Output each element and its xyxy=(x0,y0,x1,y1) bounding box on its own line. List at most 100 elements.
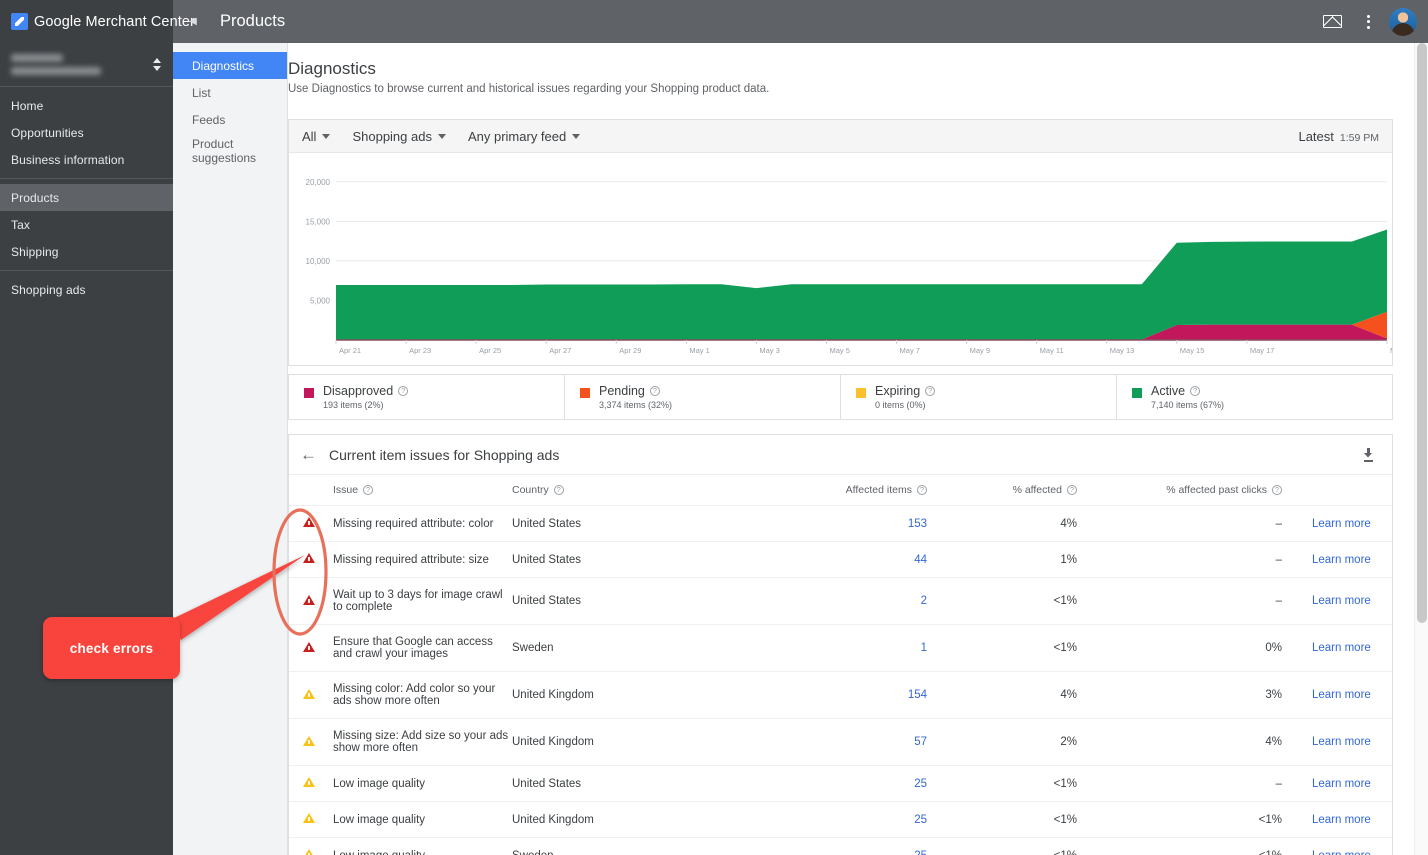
legend-name-disapproved: Disapproved xyxy=(323,384,394,398)
legend-active[interactable]: Active ? 7,140 items (67%) xyxy=(1117,375,1392,419)
sidebar-item-business-information[interactable]: Business information xyxy=(0,146,173,173)
row-affected-items[interactable]: 57 xyxy=(722,718,937,766)
row-affected-items[interactable]: 153 xyxy=(722,505,937,542)
table-row[interactable]: Ensure that Google can access and crawl … xyxy=(289,624,1392,672)
subnav-item-product-suggestions[interactable]: Product suggestions xyxy=(173,133,287,169)
help-icon[interactable]: ? xyxy=(649,386,660,396)
account-switch-icon[interactable] xyxy=(153,58,161,71)
filter-feed[interactable]: Any primary feed xyxy=(468,129,581,144)
sidebar-item-label: Home xyxy=(11,98,44,113)
mail-icon[interactable] xyxy=(1317,7,1347,37)
scrollbar-thumb[interactable] xyxy=(1417,43,1427,623)
row-affected-items[interactable]: 1 xyxy=(722,624,937,672)
chevron-down-icon xyxy=(322,133,331,139)
row-affected-items[interactable]: 25 xyxy=(722,801,937,838)
main-content: Diagnostics Use Diagnostics to browse cu… xyxy=(288,43,1428,855)
legend-sub-pending: 3,374 items (32%) xyxy=(599,400,673,410)
learn-more-link[interactable]: Learn more xyxy=(1312,814,1371,826)
help-icon[interactable]: ? xyxy=(917,485,927,495)
learn-more-link[interactable]: Learn more xyxy=(1312,736,1371,748)
brand-logo-area[interactable]: Google Merchant Center xyxy=(0,0,195,43)
page-header: Diagnostics Use Diagnostics to browse cu… xyxy=(288,43,1428,95)
user-avatar[interactable] xyxy=(1389,7,1417,36)
help-icon[interactable]: ? xyxy=(1272,485,1282,495)
table-row[interactable]: Missing size: Add size so your ads show … xyxy=(289,718,1392,766)
row-affected-items[interactable]: 154 xyxy=(722,671,937,719)
row-affected-items[interactable]: 25 xyxy=(722,837,937,855)
sidebar-item-shopping-ads[interactable]: Shopping ads xyxy=(0,276,173,303)
learn-more-link[interactable]: Learn more xyxy=(1312,850,1371,855)
subnav-item-list[interactable]: List xyxy=(173,79,287,106)
svg-text:Apr 21: Apr 21 xyxy=(339,346,361,355)
legend-label-row: Disapproved ? xyxy=(323,384,409,398)
col-actions xyxy=(1292,475,1392,506)
table-row[interactable]: Missing required attribute: color United … xyxy=(289,505,1392,542)
row-affected-items[interactable]: 2 xyxy=(722,577,937,625)
help-icon[interactable]: ? xyxy=(553,485,564,495)
table-row[interactable]: Low image qualitySweden25<1%<1%Learn mor… xyxy=(289,837,1392,855)
learn-more-link[interactable]: Learn more xyxy=(1312,778,1371,790)
legend-expiring[interactable]: Expiring ? 0 items (0%) xyxy=(841,375,1117,419)
row-learn-more[interactable]: Learn more xyxy=(1292,718,1392,766)
filter-destination[interactable]: Shopping ads xyxy=(352,129,446,144)
row-learn-more[interactable]: Learn more xyxy=(1292,505,1392,542)
col-pct-affected[interactable]: % affected? xyxy=(937,475,1087,506)
help-icon[interactable]: ? xyxy=(398,386,409,396)
row-learn-more[interactable]: Learn more xyxy=(1292,577,1392,625)
svg-text:May 11: May 11 xyxy=(1040,346,1064,355)
svg-text:Apr 29: Apr 29 xyxy=(619,346,641,355)
row-learn-more[interactable]: Learn more xyxy=(1292,801,1392,838)
chevron-left-icon[interactable]: ◀ xyxy=(173,0,213,43)
subnav-item-label: Feeds xyxy=(192,112,226,127)
col-country[interactable]: Country? xyxy=(512,475,722,506)
col-affected-items[interactable]: Affected items? xyxy=(722,475,937,506)
page-title: Diagnostics xyxy=(288,59,376,78)
row-learn-more[interactable]: Learn more xyxy=(1292,624,1392,672)
sidebar-item-products[interactable]: Products xyxy=(0,184,173,211)
row-learn-more[interactable]: Learn more xyxy=(1292,765,1392,802)
learn-more-link[interactable]: Learn more xyxy=(1312,554,1371,566)
legend-disapproved[interactable]: Disapproved ? 193 items (2%) xyxy=(289,375,565,419)
table-row[interactable]: Low image quality United Kingdom 25 <1% <1% L… xyxy=(289,801,1392,838)
subnav-item-diagnostics[interactable]: Diagnostics xyxy=(173,52,287,79)
sidebar-item-opportunities[interactable]: Opportunities xyxy=(0,119,173,146)
row-pct-past-clicks: – xyxy=(1087,577,1292,625)
table-row[interactable]: Low image quality United States 25 <1% – Lear… xyxy=(289,765,1392,802)
legend-label-row: Expiring ? xyxy=(875,384,936,398)
sidebar-item-label: Business information xyxy=(11,152,125,167)
row-affected-items[interactable]: 44 xyxy=(722,541,937,578)
row-affected-items[interactable]: 25 xyxy=(722,765,937,802)
download-icon[interactable] xyxy=(1357,444,1379,466)
row-issue: Low image quality xyxy=(329,837,512,855)
help-icon[interactable]: ? xyxy=(1190,386,1201,396)
filter-all[interactable]: All xyxy=(302,129,331,144)
page-scrollbar[interactable] xyxy=(1414,43,1428,855)
learn-more-link[interactable]: Learn more xyxy=(1312,642,1371,654)
sidebar-item-shipping[interactable]: Shipping xyxy=(0,238,173,265)
help-icon[interactable]: ? xyxy=(363,485,374,495)
subnav-item-feeds[interactable]: Feeds xyxy=(173,106,287,133)
sidebar-item-label: Tax xyxy=(11,217,30,232)
account-switcher[interactable] xyxy=(0,43,173,86)
table-row[interactable]: Wait up to 3 days for image crawl to com… xyxy=(289,577,1392,625)
row-learn-more[interactable]: Learn more xyxy=(1292,541,1392,578)
row-severity xyxy=(289,505,329,542)
legend-pending[interactable]: Pending ? 3,374 items (32%) xyxy=(565,375,841,419)
back-arrow-icon[interactable]: ← xyxy=(300,446,317,463)
col-pct-past-clicks[interactable]: % affected past clicks? xyxy=(1087,475,1292,506)
help-icon[interactable]: ? xyxy=(925,386,936,396)
row-severity xyxy=(289,765,329,802)
row-learn-more[interactable]: Learn more xyxy=(1292,837,1392,855)
sidebar-item-label: Shipping xyxy=(11,244,59,259)
sidebar-item-home[interactable]: Home xyxy=(0,92,173,119)
learn-more-link[interactable]: Learn more xyxy=(1312,689,1371,701)
learn-more-link[interactable]: Learn more xyxy=(1312,518,1371,530)
table-row[interactable]: Missing required attribute: size United S… xyxy=(289,541,1392,578)
more-vert-icon[interactable] xyxy=(1353,7,1383,37)
col-issue[interactable]: Issue? xyxy=(329,475,512,506)
table-row[interactable]: Missing color: Add color so your ads sho… xyxy=(289,671,1392,719)
sidebar-item-tax[interactable]: Tax xyxy=(0,211,173,238)
row-learn-more[interactable]: Learn more xyxy=(1292,671,1392,719)
learn-more-link[interactable]: Learn more xyxy=(1312,595,1371,607)
help-icon[interactable]: ? xyxy=(1067,485,1077,495)
